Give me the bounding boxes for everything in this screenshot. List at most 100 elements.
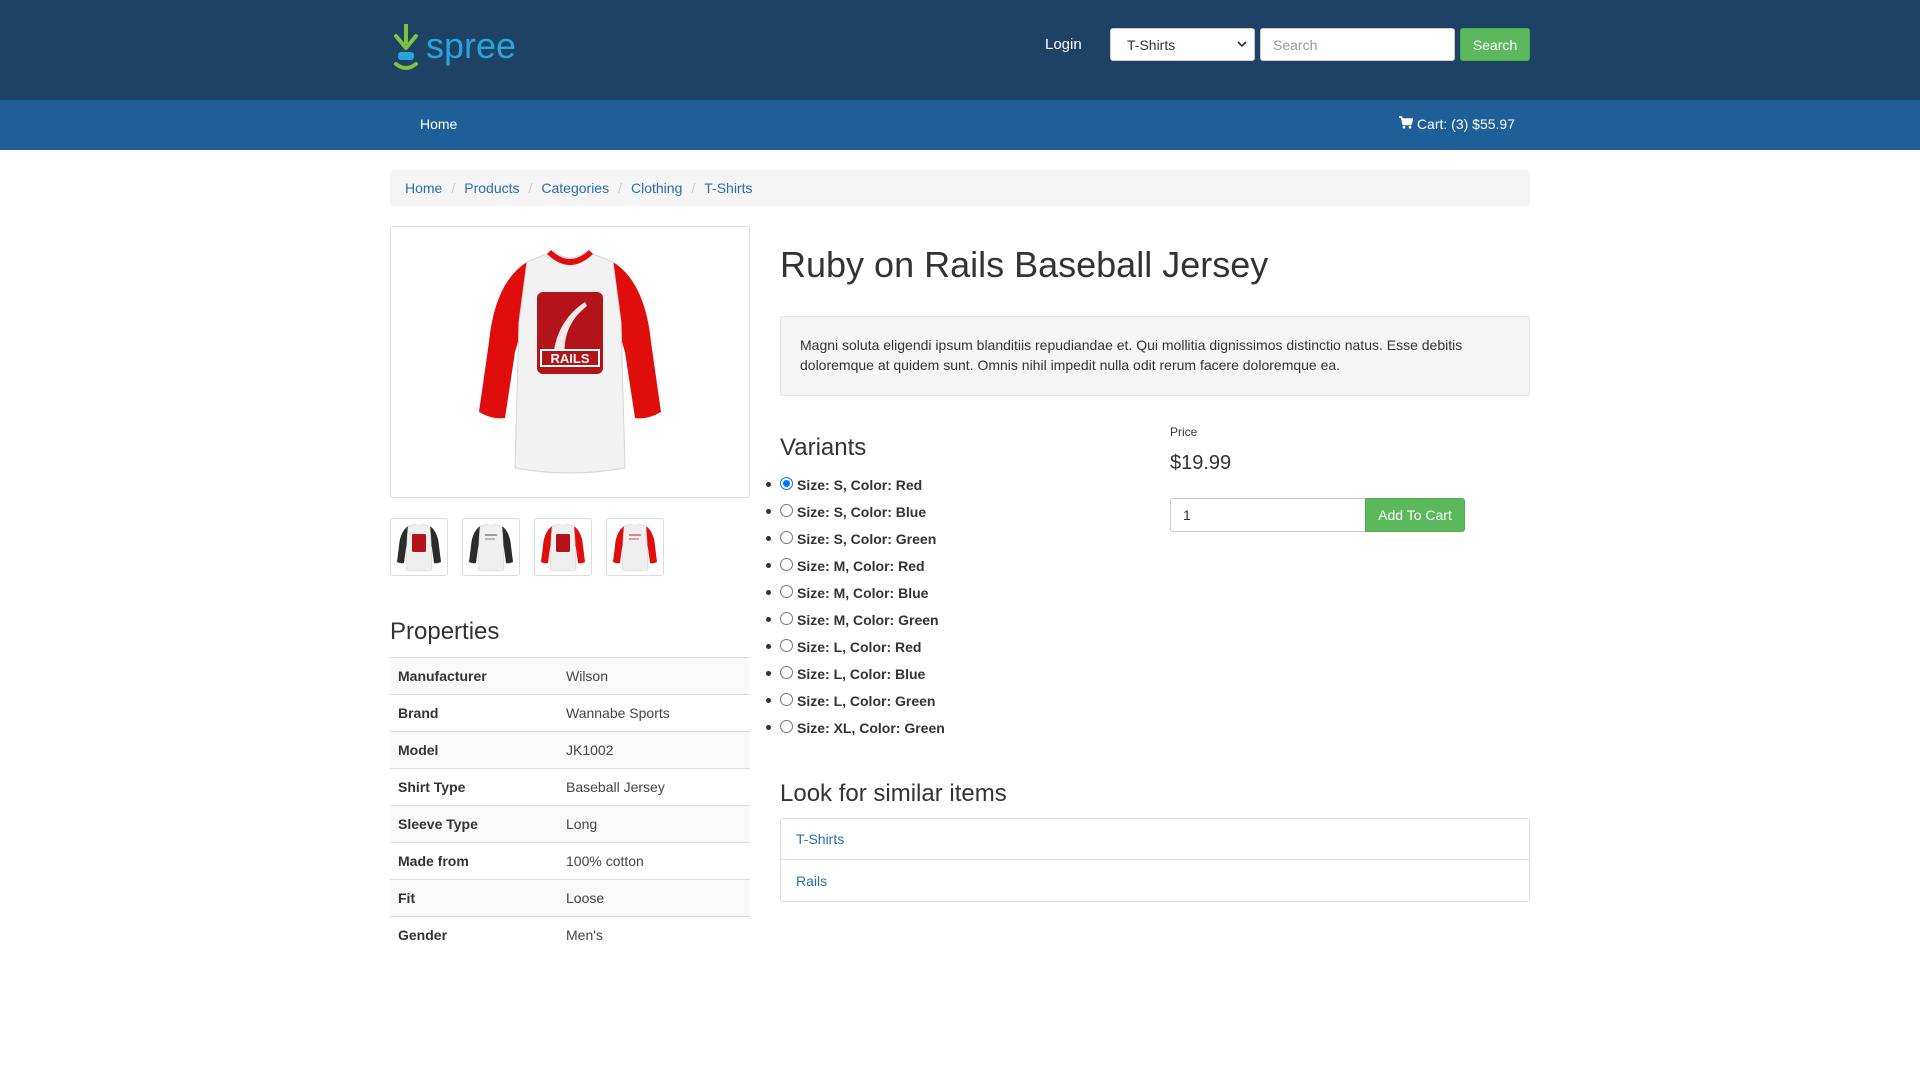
variant-label: Size: XL, Color: Green xyxy=(797,719,945,736)
variant-option[interactable]: Size: M, Color: Red xyxy=(766,552,945,579)
breadcrumb-separator: / xyxy=(691,180,696,196)
table-row: Model JK1002 xyxy=(390,731,750,769)
table-row: Fit Loose xyxy=(390,879,750,917)
taxon-select-value: T-Shirts xyxy=(1127,36,1176,53)
variant-option[interactable]: Size: M, Color: Green xyxy=(766,606,945,633)
property-value: Men's xyxy=(566,927,603,944)
variant-label: Size: M, Color: Blue xyxy=(797,584,929,601)
product-description: Magni soluta eligendi ipsum blanditiis r… xyxy=(780,316,1530,396)
table-row: Sleeve Type Long xyxy=(390,805,750,843)
list-bullet xyxy=(766,644,771,649)
property-key: Made from xyxy=(398,853,469,869)
property-value: 100% cotton xyxy=(566,853,644,869)
rails-logo-text: RAILS xyxy=(551,351,590,366)
list-bullet xyxy=(766,563,771,568)
property-value: JK1002 xyxy=(566,742,614,758)
list-bullet xyxy=(766,482,771,487)
chevron-down-icon xyxy=(1230,41,1254,48)
property-key: Manufacturer xyxy=(398,668,487,684)
properties-table: Manufacturer Wilson Brand Wannabe Sports… xyxy=(390,657,750,954)
thumbnail-red-back[interactable] xyxy=(606,518,664,576)
variant-label: Size: M, Color: Green xyxy=(797,611,939,628)
variant-option[interactable]: Size: S, Color: Red xyxy=(766,471,945,498)
main-nav: Home Cart: (3) $55.97 xyxy=(0,100,1920,150)
variant-radio[interactable] xyxy=(780,639,793,652)
variant-radio[interactable] xyxy=(780,558,793,571)
table-row: Made from 100% cotton xyxy=(390,842,750,880)
property-value: Wilson xyxy=(566,668,609,684)
table-row: Gender Men's xyxy=(390,916,750,954)
variant-radio[interactable] xyxy=(780,693,793,706)
similar-items-heading: Look for similar items xyxy=(780,780,1007,807)
variant-radio[interactable] xyxy=(780,666,793,679)
login-link[interactable]: Login xyxy=(1045,36,1082,53)
list-bullet xyxy=(766,698,771,703)
list-bullet xyxy=(766,671,771,676)
price-label: Price xyxy=(1170,425,1198,439)
similar-items-list: T-Shirts Rails xyxy=(780,818,1530,902)
shopping-cart-icon xyxy=(1398,116,1414,132)
table-row: Brand Wannabe Sports xyxy=(390,694,750,732)
similar-item-rails[interactable]: Rails xyxy=(781,860,1529,901)
breadcrumb: Home / Products / Categories / Clothing … xyxy=(390,170,1530,206)
variant-radio[interactable] xyxy=(780,585,793,598)
product-title: Ruby on Rails Baseball Jersey xyxy=(780,244,1269,285)
thumbnail-black-back[interactable] xyxy=(462,518,520,576)
property-key: Shirt Type xyxy=(398,779,466,795)
breadcrumb-separator: / xyxy=(528,180,533,196)
variant-option[interactable]: Size: M, Color: Blue xyxy=(766,579,945,606)
add-to-cart-button[interactable]: Add To Cart xyxy=(1365,498,1465,532)
property-key: Sleeve Type xyxy=(398,816,478,832)
property-value: Long xyxy=(566,816,598,832)
breadcrumb-t-shirts[interactable]: T-Shirts xyxy=(704,180,752,196)
property-value: Baseball Jersey xyxy=(566,779,665,795)
variant-radio[interactable] xyxy=(780,612,793,625)
table-row: Manufacturer Wilson xyxy=(390,657,750,695)
nav-home-link[interactable]: Home xyxy=(420,116,457,132)
variant-radio[interactable] xyxy=(780,504,793,517)
taxon-select[interactable]: T-Shirts xyxy=(1110,28,1255,61)
variant-option[interactable]: Size: L, Color: Blue xyxy=(766,660,945,687)
thumbnail-black-front[interactable] xyxy=(390,518,448,576)
similar-item-t-shirts[interactable]: T-Shirts xyxy=(781,819,1529,860)
site-header: spree Login T-Shirts Search xyxy=(0,0,1920,100)
variant-option[interactable]: Size: S, Color: Blue xyxy=(766,498,945,525)
brand-name: spree xyxy=(426,25,517,66)
cart-link[interactable]: Cart: (3) $55.97 xyxy=(1398,116,1515,132)
breadcrumb-home[interactable]: Home xyxy=(405,180,442,196)
list-bullet xyxy=(766,617,771,622)
variant-radio[interactable] xyxy=(780,477,793,490)
properties-heading: Properties xyxy=(390,618,500,645)
list-bullet xyxy=(766,590,771,595)
list-bullet xyxy=(766,536,771,541)
jersey-image: RAILS xyxy=(479,250,661,474)
thumbnail-list xyxy=(390,518,664,576)
property-key: Brand xyxy=(398,705,439,721)
product-main-image[interactable]: RAILS xyxy=(390,226,750,498)
quantity-input[interactable] xyxy=(1170,498,1366,532)
variant-radio[interactable] xyxy=(780,720,793,733)
spree-logo[interactable]: spree xyxy=(390,20,516,72)
table-row: Shirt Type Baseball Jersey xyxy=(390,768,750,806)
variant-radio[interactable] xyxy=(780,531,793,544)
list-bullet xyxy=(766,509,771,514)
breadcrumb-categories[interactable]: Categories xyxy=(541,180,609,196)
variant-option[interactable]: Size: S, Color: Green xyxy=(766,525,945,552)
search-button[interactable]: Search xyxy=(1460,28,1530,61)
property-key: Fit xyxy=(398,890,416,906)
search-input[interactable] xyxy=(1260,28,1455,61)
variants-heading: Variants xyxy=(780,434,867,461)
breadcrumb-separator: / xyxy=(451,180,456,196)
variant-option[interactable]: Size: L, Color: Red xyxy=(766,633,945,660)
property-key: Gender xyxy=(398,927,448,944)
variant-label: Size: S, Color: Red xyxy=(797,476,923,493)
variant-label: Size: L, Color: Green xyxy=(797,692,936,709)
variant-label: Size: S, Color: Blue xyxy=(797,503,927,520)
breadcrumb-products[interactable]: Products xyxy=(464,180,519,196)
thumbnail-red-front[interactable] xyxy=(534,518,592,576)
variant-option[interactable]: Size: XL, Color: Green xyxy=(766,714,945,741)
variant-label: Size: M, Color: Red xyxy=(797,557,925,574)
variant-label: Size: S, Color: Green xyxy=(797,530,937,547)
breadcrumb-clothing[interactable]: Clothing xyxy=(631,180,682,196)
variant-option[interactable]: Size: L, Color: Green xyxy=(766,687,945,714)
